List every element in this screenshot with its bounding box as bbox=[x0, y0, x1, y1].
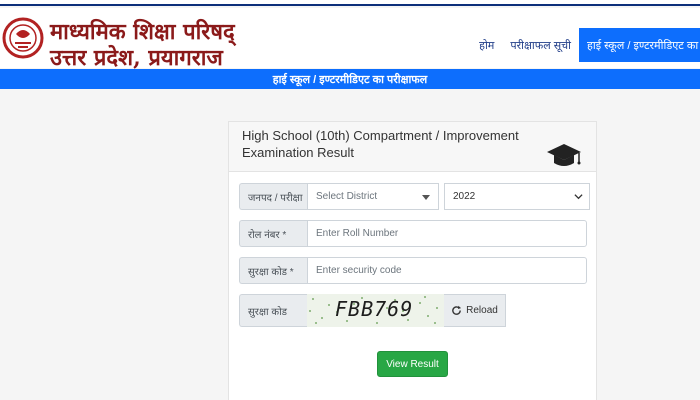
nav-home[interactable]: होम bbox=[471, 28, 502, 62]
security-code-input[interactable]: Enter security code bbox=[307, 257, 587, 284]
view-result-button[interactable]: View Result bbox=[377, 351, 448, 377]
refresh-icon bbox=[452, 305, 462, 315]
district-row: जनपद / परीक्षा Select District 2022 bbox=[239, 183, 590, 210]
year-select[interactable]: 2022 bbox=[444, 183, 590, 210]
captcha-code: FBB769 bbox=[335, 297, 414, 321]
card-header: High School (10th) Compartment / Improve… bbox=[229, 122, 596, 172]
reload-captcha-button[interactable]: Reload bbox=[444, 294, 506, 327]
org-name-line2: उत्तर प्रदेश, प्रयागराज bbox=[50, 45, 223, 71]
page-banner: हाई स्कूल / इण्टरमीडिएट का परीक्षाफल bbox=[0, 69, 700, 89]
up-emblem-logo bbox=[2, 17, 44, 59]
roll-number-input[interactable]: Enter Roll Number bbox=[307, 220, 587, 247]
captcha-image: FBB769 bbox=[307, 294, 444, 327]
roll-label: रोल नंबर * bbox=[239, 220, 307, 247]
district-select-value: Select District bbox=[316, 191, 378, 202]
caret-down-icon bbox=[422, 195, 430, 200]
year-select-value: 2022 bbox=[453, 191, 476, 202]
site-header: माध्यमिक शिक्षा परिषद् उत्तर प्रदेश, प्र… bbox=[0, 8, 700, 71]
captcha-row: सुरक्षा कोड FBB769 Reload bbox=[239, 294, 506, 327]
graduation-cap-icon bbox=[547, 144, 581, 166]
chevron-down-icon bbox=[574, 194, 583, 200]
result-form-card: High School (10th) Compartment / Improve… bbox=[228, 121, 597, 400]
nav-result-list[interactable]: परीक्षाफल सूची bbox=[502, 28, 579, 62]
captcha-label: सुरक्षा कोड bbox=[239, 294, 307, 327]
form-title: High School (10th) Compartment / Improve… bbox=[242, 128, 519, 160]
district-label: जनपद / परीक्षा bbox=[239, 183, 307, 210]
nav-hs-inter-result[interactable]: हाई स्कूल / इण्टरमीडिएट का प bbox=[579, 28, 700, 62]
security-label: सुरक्षा कोड * bbox=[239, 257, 307, 284]
district-select[interactable]: Select District bbox=[307, 183, 439, 210]
security-row: सुरक्षा कोड * Enter security code bbox=[239, 257, 587, 284]
roll-row: रोल नंबर * Enter Roll Number bbox=[239, 220, 587, 247]
top-border bbox=[0, 0, 700, 6]
reload-label: Reload bbox=[466, 305, 498, 316]
main-nav: होम परीक्षाफल सूची हाई स्कूल / इण्टरमीडि… bbox=[471, 28, 700, 62]
